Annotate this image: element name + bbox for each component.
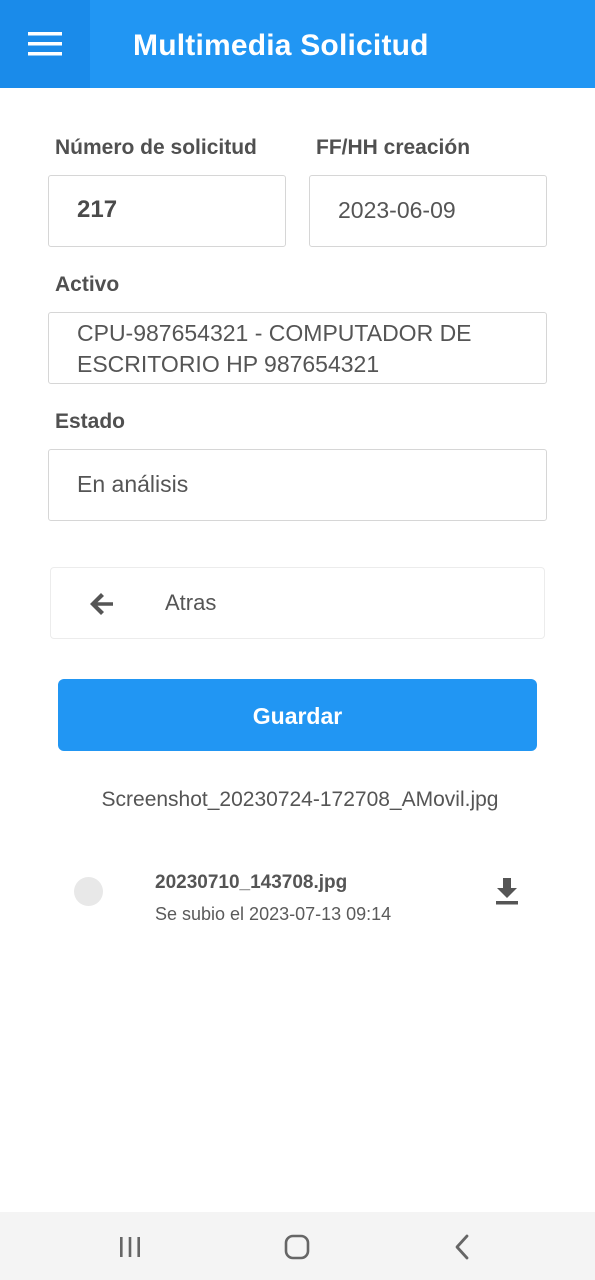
- asset-value-line1: CPU-987654321 - COMPUTADOR DE: [77, 320, 472, 346]
- request-number-field[interactable]: 217: [48, 175, 286, 247]
- app-bar: Multimedia Solicitud: [0, 0, 595, 88]
- file-upload-date: Se subio el 2023-07-13 09:14: [155, 904, 392, 924]
- nav-back-icon[interactable]: [448, 1232, 478, 1262]
- asset-field[interactable]: CPU-987654321 - COMPUTADOR DE ESCRITORIO…: [48, 312, 547, 384]
- selected-file-name: Screenshot_20230724-172708_AMovil.jpg: [101, 788, 499, 811]
- menu-button[interactable]: [0, 0, 90, 88]
- file-status-dot: [74, 877, 103, 906]
- request-number-value: 217: [77, 196, 118, 223]
- back-label: Atras: [165, 590, 217, 615]
- asset-value-line2: ESCRITORIO HP 987654321: [77, 351, 380, 377]
- home-icon[interactable]: [282, 1232, 312, 1262]
- recents-icon[interactable]: [115, 1232, 145, 1262]
- system-nav-bar: [0, 1212, 595, 1280]
- status-label: Estado: [55, 410, 126, 433]
- hamburger-menu-icon: [28, 32, 62, 56]
- asset-value: CPU-987654321 - COMPUTADOR DE ESCRITORIO…: [77, 318, 472, 380]
- back-button[interactable]: Atras: [50, 567, 545, 639]
- created-label: FF/HH creación: [316, 136, 471, 159]
- save-button[interactable]: Guardar: [58, 679, 537, 751]
- page-title: Multimedia Solicitud: [133, 29, 429, 62]
- page: Multimedia Solicitud Número de solicitud…: [0, 0, 595, 1280]
- created-value: 2023-06-09: [338, 197, 456, 223]
- status-value: En análisis: [77, 471, 189, 497]
- arrow-left-icon: [90, 593, 113, 615]
- created-field[interactable]: 2023-06-09: [309, 175, 547, 247]
- status-field[interactable]: En análisis: [48, 449, 547, 521]
- asset-label: Activo: [55, 273, 120, 296]
- request-number-label: Número de solicitud: [55, 136, 257, 159]
- list-item[interactable]: 20230710_143708.jpg Se subio el 2023-07-…: [60, 862, 540, 942]
- download-icon[interactable]: [494, 876, 520, 906]
- file-name: 20230710_143708.jpg: [155, 872, 348, 893]
